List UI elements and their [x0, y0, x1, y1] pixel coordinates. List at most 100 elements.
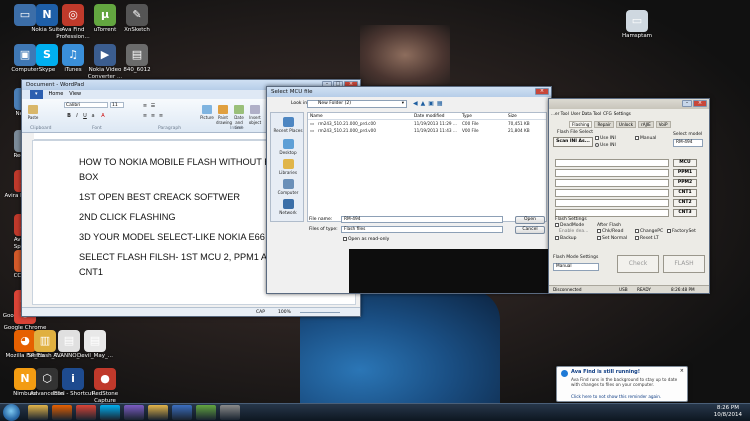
- date-time-button[interactable]: Date and time: [232, 105, 246, 130]
- cancel-button[interactable]: Cancel: [515, 226, 545, 234]
- change-pc-checkbox[interactable]: ChangePC: [635, 229, 663, 234]
- tab-voip[interactable]: VoiP: [655, 121, 671, 128]
- file-row[interactable]: ▭ rm243_510.21.000_prd.v00 11/19/2013 11…: [308, 127, 546, 134]
- cnt1-path-field[interactable]: [555, 189, 669, 197]
- paint-drawing-button[interactable]: Paint drawing: [216, 105, 232, 125]
- taskbar-app-explorer[interactable]: [28, 405, 48, 420]
- close-icon[interactable]: ×: [680, 368, 684, 374]
- up-folder-icon[interactable]: ▲: [421, 100, 426, 107]
- use-ini-checkbox[interactable]: Use INI: [595, 136, 616, 141]
- taskbar-app-utorrent[interactable]: [196, 405, 216, 420]
- file-menu-button[interactable]: ▾: [30, 90, 43, 99]
- tab-view[interactable]: View: [69, 90, 81, 99]
- desktop-icon[interactable]: ✎ XnSketch: [114, 4, 160, 34]
- look-in-select[interactable]: New Folder (2) ▾: [307, 100, 407, 108]
- place-computer[interactable]: Computer: [271, 179, 305, 195]
- taskbar-app-chrome[interactable]: [76, 405, 96, 420]
- tab-rajie[interactable]: rAJIE: [638, 121, 654, 128]
- close-icon[interactable]: ×: [693, 100, 707, 107]
- paste-button[interactable]: Paste: [26, 105, 40, 121]
- open-button[interactable]: Open: [515, 216, 545, 224]
- insert-picture-button[interactable]: Picture: [200, 105, 214, 121]
- ppm1-path-field[interactable]: [555, 169, 669, 177]
- taskbar-app-firefox[interactable]: [52, 405, 72, 420]
- close-icon[interactable]: ×: [535, 88, 549, 95]
- file-row[interactable]: ▭ rm243_510.21.000_prd.c00 11/19/2013 11…: [308, 120, 546, 127]
- readonly-checkbox[interactable]: Open as read-only: [343, 237, 389, 242]
- align-left-icon[interactable]: ≡: [142, 113, 148, 119]
- align-right-icon[interactable]: ≡: [158, 113, 164, 119]
- column-size[interactable]: Size: [508, 113, 517, 120]
- backup-checkbox[interactable]: Backup: [555, 236, 577, 241]
- cnt3-path-field[interactable]: [555, 209, 669, 217]
- place-libraries[interactable]: Libraries: [271, 159, 305, 175]
- manual-checkbox[interactable]: Manual: [635, 136, 656, 141]
- taskbar-app-media[interactable]: [124, 405, 144, 420]
- use-ini2-radio[interactable]: Use INI: [595, 143, 616, 148]
- model-select[interactable]: RM-494: [673, 139, 703, 147]
- tab-home[interactable]: Home: [49, 90, 64, 99]
- font-color-button[interactable]: A: [100, 113, 106, 119]
- notification-action-link[interactable]: Click here to not show this reminder aga…: [571, 394, 661, 399]
- file-name-input[interactable]: RM-494: [341, 216, 503, 223]
- tab-er-tool[interactable]: ...er Tool: [551, 111, 569, 116]
- column-name[interactable]: Name: [310, 113, 323, 120]
- tab-user-data[interactable]: User Data Tool: [571, 111, 601, 116]
- tab-flashing[interactable]: Flashing: [569, 121, 593, 128]
- ppm2-path-field[interactable]: [555, 179, 669, 187]
- scan-ini-button[interactable]: Scan INI As...: [553, 137, 593, 147]
- tab-unlock[interactable]: Unlock: [615, 121, 637, 128]
- file-list[interactable]: Name Date modified Type Size ▭ rm243_510…: [307, 112, 547, 222]
- indent-icon[interactable]: ≡: [142, 103, 148, 109]
- font-name-select[interactable]: Calibri: [64, 102, 108, 108]
- mcu-button[interactable]: MCU: [673, 159, 697, 167]
- reset-lt-checkbox[interactable]: Reset LT: [635, 236, 659, 241]
- flash-button[interactable]: FLASH: [663, 255, 705, 273]
- insert-object-button[interactable]: Insert object: [248, 105, 262, 125]
- taskbar-app-skype[interactable]: [100, 405, 120, 420]
- back-icon[interactable]: ◀: [413, 100, 418, 107]
- place-network[interactable]: Network: [271, 199, 305, 215]
- new-folder-icon[interactable]: ▣: [428, 100, 434, 107]
- desktop-icon[interactable]: ● RedStone Capture: [82, 368, 128, 405]
- taskbar-app-folder2[interactable]: [148, 405, 168, 420]
- cnt2-button[interactable]: CNT2: [673, 199, 697, 207]
- ppm1-button[interactable]: PPM1: [673, 169, 697, 177]
- tab-cfg[interactable]: CFG: [603, 111, 612, 116]
- desktop-icon[interactable]: ▭ Hamsptam: [614, 10, 660, 40]
- ppm2-button[interactable]: PPM2: [673, 179, 697, 187]
- mcu-path-field[interactable]: [555, 159, 669, 167]
- desktop-icon[interactable]: ▤ 840_6012: [114, 44, 160, 74]
- check-button[interactable]: Check: [617, 255, 659, 273]
- underline-button[interactable]: U: [82, 113, 88, 119]
- column-date[interactable]: Date modified: [414, 113, 444, 120]
- desktop-icon[interactable]: ▤ Devil_May_...: [72, 330, 118, 360]
- view-menu-icon[interactable]: ▦: [437, 100, 443, 107]
- cnt1-button[interactable]: CNT1: [673, 189, 697, 197]
- place-desktop[interactable]: Desktop: [271, 139, 305, 155]
- tab-settings[interactable]: Settings: [614, 111, 631, 116]
- start-button[interactable]: [3, 404, 20, 421]
- tray-clock[interactable]: 8:26 PM 10/8/2014: [714, 405, 742, 419]
- italic-button[interactable]: I: [74, 113, 80, 119]
- cnt2-path-field[interactable]: [555, 199, 669, 207]
- tab-repair[interactable]: Repair: [594, 121, 614, 128]
- align-center-icon[interactable]: ≡: [150, 113, 156, 119]
- cnt3-button[interactable]: CNT3: [673, 209, 697, 217]
- taskbar-app-wordpad[interactable]: [172, 405, 192, 420]
- list-icon[interactable]: ☰: [150, 103, 156, 109]
- font-size-select[interactable]: 11: [110, 102, 124, 108]
- column-type[interactable]: Type: [462, 113, 472, 120]
- dead-mode-checkbox[interactable]: DeadMode: [555, 223, 584, 228]
- taskbar-app-app[interactable]: [220, 405, 240, 420]
- file-type-select[interactable]: Flash files: [341, 226, 503, 233]
- chk-read-checkbox[interactable]: Chk/Read: [597, 229, 623, 234]
- ava-find-notification[interactable]: Ava Find is still running! × Ava Find ru…: [556, 366, 688, 402]
- strikethrough-button[interactable]: a: [90, 113, 96, 119]
- minimize-icon[interactable]: –: [682, 100, 692, 107]
- factory-set-checkbox[interactable]: FactorySet: [667, 229, 696, 234]
- bold-button[interactable]: B: [66, 113, 72, 119]
- set-normal-checkbox[interactable]: Set Normal: [597, 236, 627, 241]
- zoom-slider[interactable]: [300, 312, 340, 313]
- place-recent[interactable]: Recent Places: [271, 117, 305, 133]
